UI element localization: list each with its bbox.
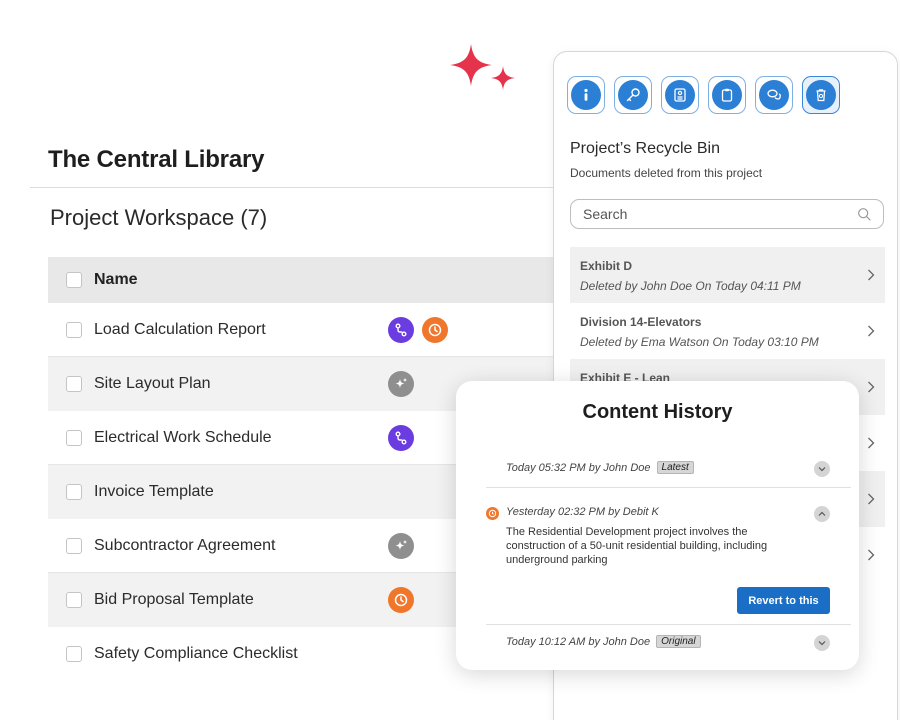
document-name[interactable]: Subcontractor Agreement [94,537,275,555]
ai-sparkle-icon[interactable] [388,371,414,397]
chat-icon [759,80,789,110]
clipboard-icon [712,80,742,110]
contact-card-button[interactable] [661,76,699,114]
history-entry-time: Today 05:32 PM by John Doe [506,461,651,474]
chevron-right-icon[interactable] [867,324,875,342]
history-entry-meta: Today 05:32 PM by John Doe Latest [506,461,694,474]
row-checkbox[interactable] [66,376,82,392]
panel-title: Project’s Recycle Bin [570,140,720,157]
recycle-bin-button[interactable] [802,76,840,114]
chevron-down-icon[interactable] [814,635,830,651]
ai-sparkle-icon[interactable] [388,532,414,559]
row-checkbox[interactable] [66,592,82,608]
workflow-icon[interactable] [388,316,414,343]
panel-subtitle: Documents deleted from this project [570,166,763,180]
chevron-right-icon[interactable] [867,492,875,510]
table-row[interactable]: Load Calculation Report [48,303,568,357]
divider [486,624,851,625]
row-checkbox[interactable] [66,484,82,500]
history-entry-time: Today 10:12 AM by John Doe [506,635,651,648]
history-entry-time: Yesterday 02:32 PM by Debit K [506,506,659,518]
info-button[interactable] [567,76,605,114]
info-icon [571,80,601,110]
key-button[interactable] [614,76,652,114]
document-name[interactable]: Site Layout Plan [94,375,211,393]
contact-card-icon [665,80,695,110]
key-icon [618,80,648,110]
document-name[interactable]: Invoice Template [94,483,214,501]
recycle-bin-icon [806,80,836,110]
row-checkbox[interactable] [66,646,82,662]
document-name[interactable]: Load Calculation Report [94,321,266,339]
history-icon[interactable] [422,316,448,343]
chat-button[interactable] [755,76,793,114]
workflow-icon[interactable] [388,424,414,451]
divider [486,487,851,488]
library-title: The Central Library [48,146,265,173]
search-input[interactable]: Search [570,199,884,229]
deleted-item-detail: Deleted by John Doe On Today 04:11 PM [580,279,801,293]
document-name[interactable]: Bid Proposal Template [94,591,254,609]
document-name[interactable]: Electrical Work Schedule [94,429,272,447]
deleted-item-name: Exhibit D [580,259,633,273]
search-icon[interactable] [857,207,872,225]
deleted-item-name: Division 14-Elevators [580,315,702,329]
select-all-checkbox[interactable] [66,272,82,288]
history-entry-meta: Today 10:12 AM by John Doe Original [506,635,701,648]
chevron-right-icon[interactable] [867,380,875,398]
name-column-header[interactable]: Name [94,271,138,289]
history-icon[interactable] [388,587,414,613]
list-item[interactable]: Division 14-Elevators Deleted by Ema Wat… [570,303,885,359]
clipboard-button[interactable] [708,76,746,114]
chevron-right-icon[interactable] [867,436,875,454]
revert-button[interactable]: Revert to this [737,587,830,614]
latest-tag: Latest [656,461,694,474]
row-checkbox[interactable] [66,429,82,446]
chevron-right-icon[interactable] [867,548,875,566]
history-icon [486,507,499,520]
content-history-card: Content History Today 05:32 PM by John D… [456,381,859,670]
chevron-up-icon[interactable] [814,506,830,522]
chevron-down-icon[interactable] [814,461,830,477]
document-name[interactable]: Safety Compliance Checklist [94,645,298,663]
chevron-right-icon[interactable] [867,268,875,286]
deleted-item-detail: Deleted by Ema Watson On Today 03:10 PM [580,335,819,349]
row-checkbox[interactable] [66,537,82,554]
content-history-title: Content History [582,401,733,423]
search-placeholder: Search [583,206,628,222]
table-header: Name [48,257,568,303]
history-entry-meta: Yesterday 02:32 PM by Debit K [506,506,659,518]
original-tag: Original [656,635,701,648]
divider [30,187,570,188]
panel-toolbar [567,76,840,114]
history-entry-body: The Residential Development project invo… [506,526,768,566]
sparkle-icon [446,44,518,100]
workspace-title: Project Workspace (7) [50,205,268,230]
row-checkbox[interactable] [66,321,82,338]
list-item[interactable]: Exhibit D Deleted by John Doe On Today 0… [570,247,885,303]
